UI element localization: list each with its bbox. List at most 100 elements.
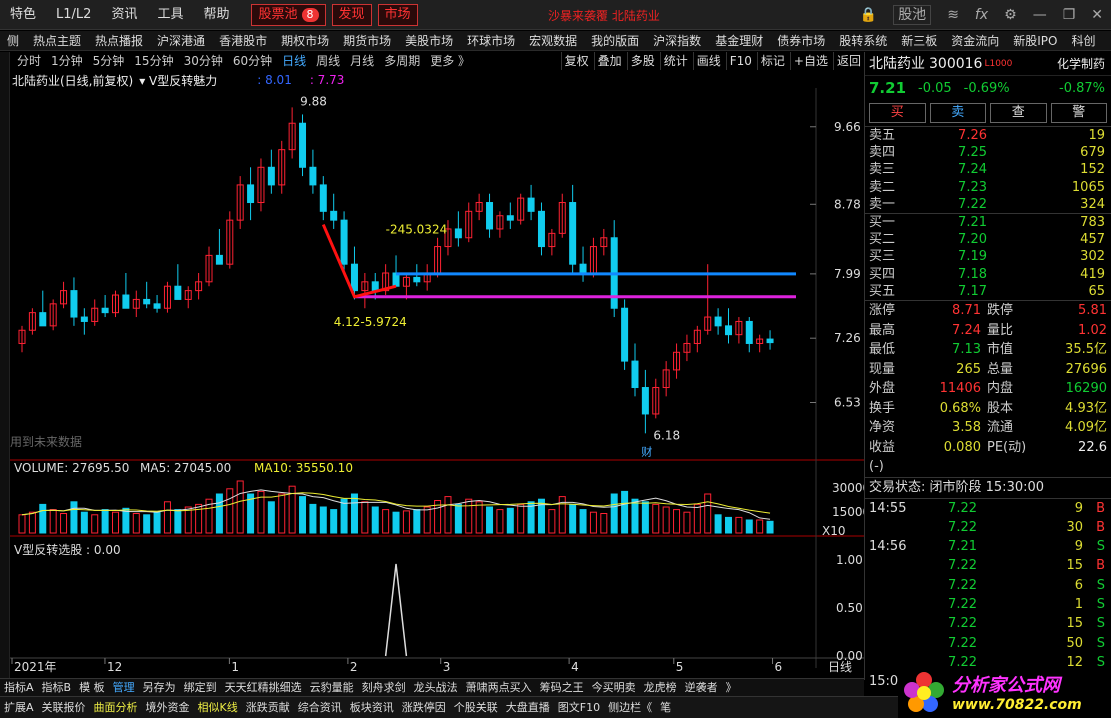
menu-item-tools[interactable]: 工具	[147, 0, 193, 30]
status-item[interactable]: 综合资讯	[294, 697, 346, 718]
nav-item[interactable]: 沪深指数	[646, 31, 708, 51]
kline-chart[interactable]: 9.66 8.78 7.99 7.26 6.53 9.88 6.18财 -245.0324 4.…	[10, 88, 864, 678]
period-tab[interactable]: 1分钟	[46, 52, 88, 70]
menu-item-help[interactable]: 帮助	[193, 0, 239, 30]
market-tab[interactable]: 市场	[377, 3, 418, 26]
formula-tab[interactable]: 筹码之王	[536, 679, 588, 697]
status-item[interactable]: 涨跌停因	[398, 697, 450, 718]
restore-icon[interactable]: ❐	[1063, 7, 1076, 23]
toolbar-button[interactable]: 画线	[692, 52, 724, 70]
formula-tab[interactable]: 云豹量能	[306, 679, 358, 697]
asks-row[interactable]: 卖四 7.25 679	[865, 144, 1111, 161]
stock-pool-tab[interactable]: 股票池 8	[251, 3, 326, 26]
fx-icon[interactable]: fx	[975, 7, 988, 23]
stock-pool-button[interactable]: 股池	[893, 5, 932, 25]
status-item[interactable]: 大盘直播	[502, 697, 554, 718]
bids-row[interactable]: 买一 7.21 783	[865, 214, 1111, 231]
period-tab[interactable]: 分时	[12, 52, 46, 70]
bids-row[interactable]: 买三 7.19 302	[865, 248, 1111, 265]
period-tab[interactable]: 周线	[311, 52, 345, 70]
toolbar-button[interactable]: 多股	[626, 52, 658, 70]
formula-tab[interactable]: 逆袭者	[681, 679, 722, 697]
nav-item[interactable]: 期权市场	[274, 31, 336, 51]
formula-tab[interactable]: 指标A	[0, 679, 38, 697]
query-button[interactable]: 查	[990, 103, 1047, 123]
menu-item-special[interactable]: 特色	[0, 0, 46, 30]
gear-icon[interactable]: ⚙	[1004, 7, 1017, 23]
status-item[interactable]: 笔	[656, 697, 675, 718]
nav-item[interactable]: 宏观数据	[522, 31, 584, 51]
nav-item[interactable]: 资金流向	[944, 31, 1006, 51]
sell-button[interactable]: 卖	[929, 103, 986, 123]
nav-item[interactable]: 热点主题	[26, 31, 88, 51]
nav-item[interactable]: 新股IPO	[1006, 31, 1064, 51]
buy-button[interactable]: 买	[869, 103, 926, 123]
status-item[interactable]: 个股关联	[450, 697, 502, 718]
asks-row[interactable]: 卖一 7.22 324	[865, 196, 1111, 213]
nav-item[interactable]: 香港股市	[212, 31, 274, 51]
period-tab[interactable]: 5分钟	[88, 52, 130, 70]
nav-item[interactable]: 债券市场	[770, 31, 832, 51]
toolbar-button[interactable]: 叠加	[593, 52, 625, 70]
status-item[interactable]: 涨跌贡献	[242, 697, 294, 718]
period-tab[interactable]: 月线	[345, 52, 379, 70]
sector-name[interactable]: 化学制药	[1057, 52, 1105, 76]
formula-tab[interactable]: 绑定到	[180, 679, 221, 697]
minimize-icon[interactable]: —	[1033, 7, 1047, 23]
period-tab[interactable]: 60分钟	[228, 52, 277, 70]
bids-row[interactable]: 买四 7.18 419	[865, 266, 1111, 283]
nav-item[interactable]: 基金理财	[708, 31, 770, 51]
close-icon[interactable]: ✕	[1091, 7, 1103, 23]
formula-tab[interactable]: 天天红精挑细选	[221, 679, 306, 697]
toolbar-button[interactable]: F10	[725, 52, 755, 70]
nav-item[interactable]: 股转系统	[832, 31, 894, 51]
bids-row[interactable]: 买二 7.20 457	[865, 231, 1111, 248]
formula-tab[interactable]: 管理	[109, 679, 139, 697]
toolbar-button[interactable]: 标记	[756, 52, 788, 70]
status-item[interactable]: 扩展A	[0, 697, 38, 718]
formula-tab[interactable]: 》	[722, 679, 741, 697]
nav-item[interactable]: 侧	[0, 31, 26, 51]
bids-row[interactable]: 买五 7.17 65	[865, 283, 1111, 300]
menu-item-news[interactable]: 资讯	[101, 0, 147, 30]
nav-item[interactable]: 美股市场	[398, 31, 460, 51]
formula-tab[interactable]: 龙头战法	[410, 679, 462, 697]
toolbar-button[interactable]: +自选	[789, 52, 831, 70]
status-item[interactable]: 板块资讯	[346, 697, 398, 718]
period-tab[interactable]: 15分钟	[129, 52, 178, 70]
asks-row[interactable]: 卖三 7.24 152	[865, 161, 1111, 178]
left-side-strip[interactable]	[0, 52, 10, 680]
status-item[interactable]: 曲面分析	[90, 697, 142, 718]
status-item[interactable]: 图文F10	[554, 697, 604, 718]
toolbar-button[interactable]: 复权	[560, 52, 592, 70]
nav-item[interactable]: 科创	[1065, 31, 1103, 51]
toolbar-button[interactable]: 返回	[832, 52, 864, 70]
discover-tab[interactable]: 发现	[331, 3, 372, 26]
asks-row[interactable]: 卖二 7.23 1065	[865, 179, 1111, 196]
period-tab[interactable]: 更多 》	[425, 52, 475, 70]
nav-item[interactable]: 沪深港通	[150, 31, 212, 51]
toolbar-button[interactable]: 统计	[659, 52, 691, 70]
formula-tab[interactable]: 萧啸两点买入	[462, 679, 536, 697]
alert-button[interactable]: 警	[1050, 103, 1107, 123]
indicator-dropdown[interactable]: ▾ V型反转魅力	[139, 72, 217, 89]
lock-icon[interactable]: 🔒	[860, 7, 877, 23]
status-item[interactable]: 境外资金	[142, 697, 194, 718]
nav-item[interactable]: 环球市场	[460, 31, 522, 51]
nav-item[interactable]: 我的版面	[584, 31, 646, 51]
formula-tab[interactable]: 今买明卖	[588, 679, 640, 697]
period-tab[interactable]: 多周期	[379, 52, 425, 70]
layers-icon[interactable]: ≋	[947, 7, 959, 23]
formula-tab[interactable]: 另存为	[139, 679, 180, 697]
period-tab[interactable]: 日线	[277, 52, 311, 70]
nav-item[interactable]: 热点播报	[88, 31, 150, 51]
status-item[interactable]: 关联报价	[38, 697, 90, 718]
menu-item-level[interactable]: L1/L2	[46, 0, 101, 30]
nav-item[interactable]: 新三板	[894, 31, 944, 51]
formula-tab[interactable]: 模 板	[75, 679, 109, 697]
nav-item[interactable]: 期货市场	[336, 31, 398, 51]
formula-tab[interactable]: 龙虎榜	[640, 679, 681, 697]
status-item[interactable]: 侧边栏《	[604, 697, 656, 718]
period-tab[interactable]: 30分钟	[179, 52, 228, 70]
status-item[interactable]: 相似K线	[194, 697, 242, 718]
